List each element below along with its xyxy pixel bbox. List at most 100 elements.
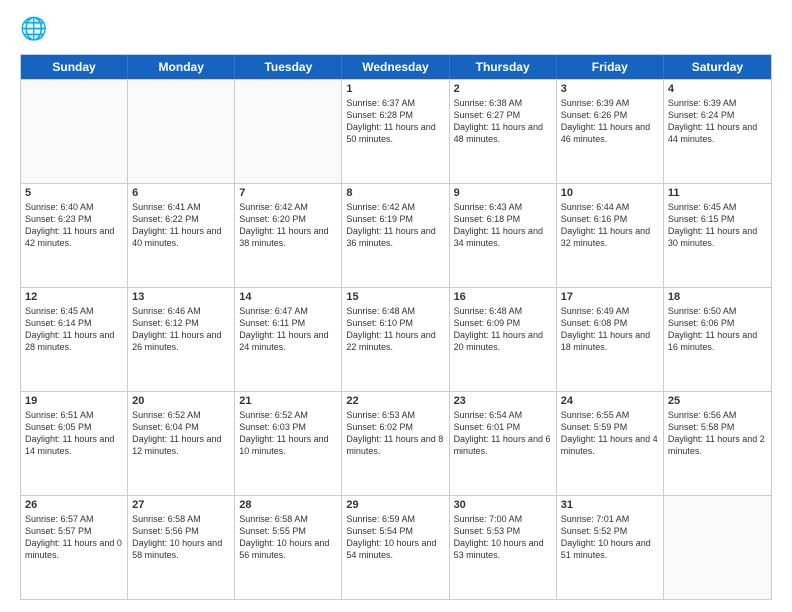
day-number: 5 <box>25 187 123 199</box>
cell-info: Sunrise: 6:42 AMSunset: 6:20 PMDaylight:… <box>239 201 337 250</box>
calendar: SundayMondayTuesdayWednesdayThursdayFrid… <box>20 54 772 600</box>
calendar-cell: 2 Sunrise: 6:38 AMSunset: 6:27 PMDaylight… <box>450 80 557 183</box>
day-number: 28 <box>239 499 337 511</box>
calendar-cell: 26 Sunrise: 6:57 AMSunset: 5:57 PMDayligh… <box>21 496 128 599</box>
day-number: 9 <box>454 187 552 199</box>
calendar-cell: 31 Sunrise: 7:01 AMSunset: 5:52 PMDayligh… <box>557 496 664 599</box>
cell-info: Sunrise: 6:59 AMSunset: 5:54 PMDaylight:… <box>346 513 444 562</box>
cell-info: Sunrise: 6:39 AMSunset: 6:26 PMDaylight:… <box>561 97 659 146</box>
cell-info: Sunrise: 6:48 AMSunset: 6:09 PMDaylight:… <box>454 305 552 354</box>
day-number: 8 <box>346 187 444 199</box>
calendar-cell: 8 Sunrise: 6:42 AMSunset: 6:19 PMDaylight… <box>342 184 449 287</box>
day-number: 1 <box>346 83 444 95</box>
day-number: 30 <box>454 499 552 511</box>
calendar-cell: 24 Sunrise: 6:55 AMSunset: 5:59 PMDayligh… <box>557 392 664 495</box>
cell-info: Sunrise: 6:37 AMSunset: 6:28 PMDaylight:… <box>346 97 444 146</box>
cell-info: Sunrise: 6:41 AMSunset: 6:22 PMDaylight:… <box>132 201 230 250</box>
cell-info: Sunrise: 6:57 AMSunset: 5:57 PMDaylight:… <box>25 513 123 562</box>
day-number: 16 <box>454 291 552 303</box>
day-number: 6 <box>132 187 230 199</box>
header-cell-saturday: Saturday <box>664 55 771 79</box>
calendar-cell: 25 Sunrise: 6:56 AMSunset: 5:58 PMDayligh… <box>664 392 771 495</box>
cell-info: Sunrise: 6:56 AMSunset: 5:58 PMDaylight:… <box>668 409 767 458</box>
calendar-cell: 6 Sunrise: 6:41 AMSunset: 6:22 PMDaylight… <box>128 184 235 287</box>
header-cell-monday: Monday <box>128 55 235 79</box>
calendar-cell: 20 Sunrise: 6:52 AMSunset: 6:04 PMDayligh… <box>128 392 235 495</box>
calendar-cell <box>21 80 128 183</box>
calendar-cell: 23Sunrise: 6:54 AMSunset: 6:01 PMDayligh… <box>450 392 557 495</box>
day-number: 27 <box>132 499 230 511</box>
calendar-cell: 15 Sunrise: 6:48 AMSunset: 6:10 PMDayligh… <box>342 288 449 391</box>
calendar-row-2: 12 Sunrise: 6:45 AMSunset: 6:14 PMDayligh… <box>21 287 771 391</box>
day-number: 26 <box>25 499 123 511</box>
calendar-cell: 22 Sunrise: 6:53 AMSunset: 6:02 PMDayligh… <box>342 392 449 495</box>
calendar-cell: 12 Sunrise: 6:45 AMSunset: 6:14 PMDayligh… <box>21 288 128 391</box>
day-number: 22 <box>346 395 444 407</box>
cell-info: Sunrise: 6:39 AMSunset: 6:24 PMDaylight:… <box>668 97 767 146</box>
day-number: 14 <box>239 291 337 303</box>
cell-info: Sunrise: 6:40 AMSunset: 6:23 PMDaylight:… <box>25 201 123 250</box>
calendar-page: 🌐 SundayMondayTuesdayWednesdayThursdayFr… <box>0 0 792 612</box>
header-cell-friday: Friday <box>557 55 664 79</box>
header: 🌐 <box>20 16 772 44</box>
header-cell-thursday: Thursday <box>450 55 557 79</box>
cell-info: Sunrise: 6:55 AMSunset: 5:59 PMDaylight:… <box>561 409 659 458</box>
calendar-cell: 17 Sunrise: 6:49 AMSunset: 6:08 PMDayligh… <box>557 288 664 391</box>
day-number: 10 <box>561 187 659 199</box>
logo-icon: 🌐 <box>20 16 48 44</box>
cell-info: Sunrise: 7:00 AMSunset: 5:53 PMDaylight:… <box>454 513 552 562</box>
day-number: 20 <box>132 395 230 407</box>
cell-info: Sunrise: 6:58 AMSunset: 5:56 PMDaylight:… <box>132 513 230 562</box>
calendar-cell: 16 Sunrise: 6:48 AMSunset: 6:09 PMDayligh… <box>450 288 557 391</box>
calendar-body: 1 Sunrise: 6:37 AMSunset: 6:28 PMDaylight… <box>21 79 771 599</box>
header-cell-tuesday: Tuesday <box>235 55 342 79</box>
calendar-cell: 9 Sunrise: 6:43 AMSunset: 6:18 PMDaylight… <box>450 184 557 287</box>
day-number: 18 <box>668 291 767 303</box>
calendar-cell: 18Sunrise: 6:50 AMSunset: 6:06 PMDayligh… <box>664 288 771 391</box>
cell-info: Sunrise: 6:43 AMSunset: 6:18 PMDaylight:… <box>454 201 552 250</box>
logo: 🌐 <box>20 16 52 44</box>
svg-text:🌐: 🌐 <box>20 16 47 41</box>
calendar-cell: 27 Sunrise: 6:58 AMSunset: 5:56 PMDayligh… <box>128 496 235 599</box>
day-number: 4 <box>668 83 767 95</box>
day-number: 25 <box>668 395 767 407</box>
cell-info: Sunrise: 6:45 AMSunset: 6:14 PMDaylight:… <box>25 305 123 354</box>
cell-info: Sunrise: 6:45 AMSunset: 6:15 PMDaylight:… <box>668 201 767 250</box>
day-number: 17 <box>561 291 659 303</box>
calendar-header-row: SundayMondayTuesdayWednesdayThursdayFrid… <box>21 55 771 79</box>
calendar-cell: 30 Sunrise: 7:00 AMSunset: 5:53 PMDayligh… <box>450 496 557 599</box>
day-number: 3 <box>561 83 659 95</box>
cell-info: Sunrise: 6:52 AMSunset: 6:04 PMDaylight:… <box>132 409 230 458</box>
cell-info: Sunrise: 6:49 AMSunset: 6:08 PMDaylight:… <box>561 305 659 354</box>
day-number: 13 <box>132 291 230 303</box>
cell-info: Sunrise: 6:53 AMSunset: 6:02 PMDaylight:… <box>346 409 444 458</box>
day-number: 12 <box>25 291 123 303</box>
cell-info: Sunrise: 6:52 AMSunset: 6:03 PMDaylight:… <box>239 409 337 458</box>
calendar-cell: 14Sunrise: 6:47 AMSunset: 6:11 PMDayligh… <box>235 288 342 391</box>
cell-info: Sunrise: 6:38 AMSunset: 6:27 PMDaylight:… <box>454 97 552 146</box>
calendar-cell <box>128 80 235 183</box>
header-cell-sunday: Sunday <box>21 55 128 79</box>
calendar-cell: 3 Sunrise: 6:39 AMSunset: 6:26 PMDaylight… <box>557 80 664 183</box>
cell-info: Sunrise: 6:42 AMSunset: 6:19 PMDaylight:… <box>346 201 444 250</box>
calendar-cell: 5 Sunrise: 6:40 AMSunset: 6:23 PMDaylight… <box>21 184 128 287</box>
day-number: 24 <box>561 395 659 407</box>
calendar-row-4: 26 Sunrise: 6:57 AMSunset: 5:57 PMDayligh… <box>21 495 771 599</box>
header-cell-wednesday: Wednesday <box>342 55 449 79</box>
day-number: 23 <box>454 395 552 407</box>
day-number: 2 <box>454 83 552 95</box>
cell-info: Sunrise: 7:01 AMSunset: 5:52 PMDaylight:… <box>561 513 659 562</box>
calendar-cell: 21Sunrise: 6:52 AMSunset: 6:03 PMDayligh… <box>235 392 342 495</box>
day-number: 31 <box>561 499 659 511</box>
calendar-cell: 19Sunrise: 6:51 AMSunset: 6:05 PMDayligh… <box>21 392 128 495</box>
cell-info: Sunrise: 6:58 AMSunset: 5:55 PMDaylight:… <box>239 513 337 562</box>
calendar-cell: 29Sunrise: 6:59 AMSunset: 5:54 PMDayligh… <box>342 496 449 599</box>
calendar-cell: 28 Sunrise: 6:58 AMSunset: 5:55 PMDayligh… <box>235 496 342 599</box>
cell-info: Sunrise: 6:48 AMSunset: 6:10 PMDaylight:… <box>346 305 444 354</box>
day-number: 15 <box>346 291 444 303</box>
calendar-cell: 13Sunrise: 6:46 AMSunset: 6:12 PMDayligh… <box>128 288 235 391</box>
calendar-cell: 10Sunrise: 6:44 AMSunset: 6:16 PMDayligh… <box>557 184 664 287</box>
calendar-row-0: 1 Sunrise: 6:37 AMSunset: 6:28 PMDaylight… <box>21 79 771 183</box>
day-number: 11 <box>668 187 767 199</box>
calendar-cell: 4 Sunrise: 6:39 AMSunset: 6:24 PMDaylight… <box>664 80 771 183</box>
